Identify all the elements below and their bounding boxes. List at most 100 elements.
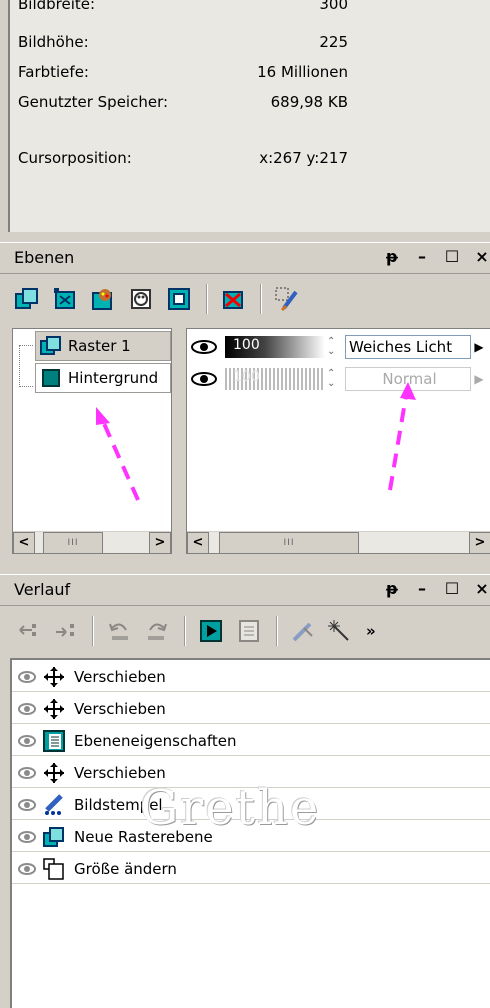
opacity-spinner: ⌃ ⌄ — [327, 368, 336, 389]
new-adjustment-layer-button[interactable] — [164, 284, 194, 314]
watermark: Grethe — [140, 780, 321, 836]
undo-selected-button[interactable] — [12, 616, 42, 646]
scroll-left-button[interactable]: < — [187, 532, 209, 554]
close-icon[interactable]: × — [474, 579, 490, 598]
layer-props-scrollbar[interactable]: < III > — [187, 531, 490, 554]
minimize-icon[interactable]: – — [414, 579, 430, 598]
save-script-icon — [239, 620, 259, 642]
info-value: 225 — [319, 33, 348, 51]
opacity-slider-disabled: 100 — [225, 368, 325, 390]
save-script-button[interactable] — [234, 616, 264, 646]
annotation-arrow-right — [388, 382, 416, 491]
layer-props-background: 100 ⌃ ⌄ Normal ▶ — [189, 364, 490, 394]
toggle-undo-button[interactable] — [326, 616, 356, 646]
info-row-color-depth: Farbtiefe: 16 Millionen — [18, 60, 348, 84]
history-item-label: Verschieben — [74, 667, 166, 686]
image-info-panel: Bildbreite: 300 Bildhöhe: 225 Farbtiefe:… — [0, 0, 490, 232]
play-script-button[interactable] — [196, 616, 226, 646]
history-item[interactable]: Größe ändern — [12, 854, 490, 884]
history-toolbar: » — [0, 606, 490, 656]
new-art-media-layer-button[interactable] — [88, 284, 118, 314]
blend-mode-select[interactable]: Weiches Licht — [345, 335, 471, 359]
eye-icon[interactable] — [12, 734, 42, 747]
layer-name: Raster 1 — [68, 337, 131, 355]
opacity-spinner[interactable]: ⌃ ⌄ — [327, 337, 339, 357]
eye-icon[interactable] — [12, 702, 42, 715]
pin-icon[interactable]: ᵽ — [384, 247, 400, 266]
scroll-left-button[interactable]: < — [13, 532, 35, 554]
history-item[interactable]: Verschieben — [12, 662, 490, 692]
eye-icon[interactable] — [12, 862, 42, 875]
visibility-eye-icon[interactable] — [189, 371, 219, 387]
move-icon — [42, 761, 66, 785]
layer-properties-pane: 100 ⌃ ⌄ Weiches Licht ▶ 100 ⌃ ⌄ Normal ▶ <… — [186, 328, 490, 554]
history-item-label: Ebeneneigenschaften — [74, 731, 237, 750]
layers-titlebar[interactable]: Ebenen ᵽ – ☐ × — [0, 242, 490, 274]
info-label: Farbtiefe: — [18, 63, 89, 81]
toolbar-separator — [260, 284, 262, 314]
layers-title: Ebenen — [14, 248, 75, 267]
magic-wand-icon — [328, 620, 349, 641]
scroll-right-button[interactable]: > — [469, 532, 490, 554]
minimize-icon[interactable]: – — [414, 247, 430, 266]
toolbar-separator — [206, 284, 208, 314]
delete-layer-icon — [223, 291, 243, 309]
history-item[interactable]: Ebeneneigenschaften — [12, 726, 490, 756]
eye-icon[interactable] — [12, 670, 42, 683]
layer-name-scrollbar[interactable]: < III > — [13, 531, 171, 554]
info-row-width: Bildbreite: 300 — [18, 0, 348, 16]
new-vector-layer-icon — [54, 288, 75, 309]
new-vector-layer-button[interactable] — [50, 284, 80, 314]
raster-layer-icon — [40, 336, 61, 355]
picture-tube-icon — [42, 793, 66, 817]
close-icon[interactable]: × — [474, 247, 490, 266]
undo-icon — [109, 623, 128, 640]
opacity-slider[interactable]: 100 — [225, 336, 325, 358]
toolbar-separator — [276, 616, 278, 646]
edit-selection-icon — [275, 287, 298, 312]
scroll-thumb[interactable]: III — [43, 532, 103, 554]
history-item-label: Verschieben — [74, 763, 166, 782]
new-raster-layer-icon — [15, 288, 38, 309]
maximize-icon[interactable]: ☐ — [444, 579, 460, 598]
redo-icon — [148, 623, 167, 640]
toolbar-overflow-chevron[interactable]: » — [366, 622, 376, 640]
maximize-icon[interactable]: ☐ — [444, 247, 460, 266]
pin-icon[interactable]: ᵽ — [384, 579, 400, 598]
play-script-icon — [200, 620, 222, 642]
clear-history-icon — [292, 622, 313, 642]
scroll-thumb[interactable]: III — [219, 532, 359, 554]
info-value: 300 — [319, 0, 348, 13]
art-media-layer-icon — [92, 289, 112, 310]
info-label: Genutzter Speicher: — [18, 93, 169, 111]
eye-icon[interactable] — [12, 830, 42, 843]
move-icon — [42, 665, 66, 689]
layer-tree-lines — [19, 345, 33, 387]
scroll-right-button[interactable]: > — [149, 532, 171, 554]
new-raster-layer-button[interactable] — [12, 284, 42, 314]
delete-layer-button[interactable] — [218, 284, 248, 314]
opacity-value: 100 — [233, 337, 260, 353]
eye-icon[interactable] — [12, 798, 42, 811]
layer-row-background[interactable]: Hintergrund — [35, 363, 171, 393]
redo-button[interactable] — [142, 616, 172, 646]
undo-button[interactable] — [104, 616, 134, 646]
blend-mode-dropdown-arrow[interactable]: ▶ — [471, 335, 487, 359]
mask-layer-icon — [131, 289, 151, 309]
clear-history-button[interactable] — [288, 616, 318, 646]
image-info-content: Bildbreite: 300 Bildhöhe: 225 Farbtiefe:… — [8, 0, 490, 232]
eye-icon[interactable] — [12, 766, 42, 779]
info-label: Cursorposition: — [18, 149, 132, 167]
layer-row-raster-1[interactable]: Raster 1 — [35, 331, 171, 361]
info-label: Bildhöhe: — [18, 33, 89, 51]
history-titlebar[interactable]: Verlauf ᵽ – ☐ × — [0, 574, 490, 606]
redo-selected-button[interactable] — [50, 616, 80, 646]
redo-selected-icon — [56, 624, 74, 637]
history-item[interactable]: Verschieben — [12, 694, 490, 724]
edit-selection-button[interactable] — [272, 284, 302, 314]
move-icon — [42, 697, 66, 721]
layer-props-raster-1: 100 ⌃ ⌄ Weiches Licht ▶ — [189, 332, 490, 362]
history-title: Verlauf — [14, 580, 71, 599]
new-mask-layer-button[interactable] — [126, 284, 156, 314]
visibility-eye-icon[interactable] — [189, 339, 219, 355]
